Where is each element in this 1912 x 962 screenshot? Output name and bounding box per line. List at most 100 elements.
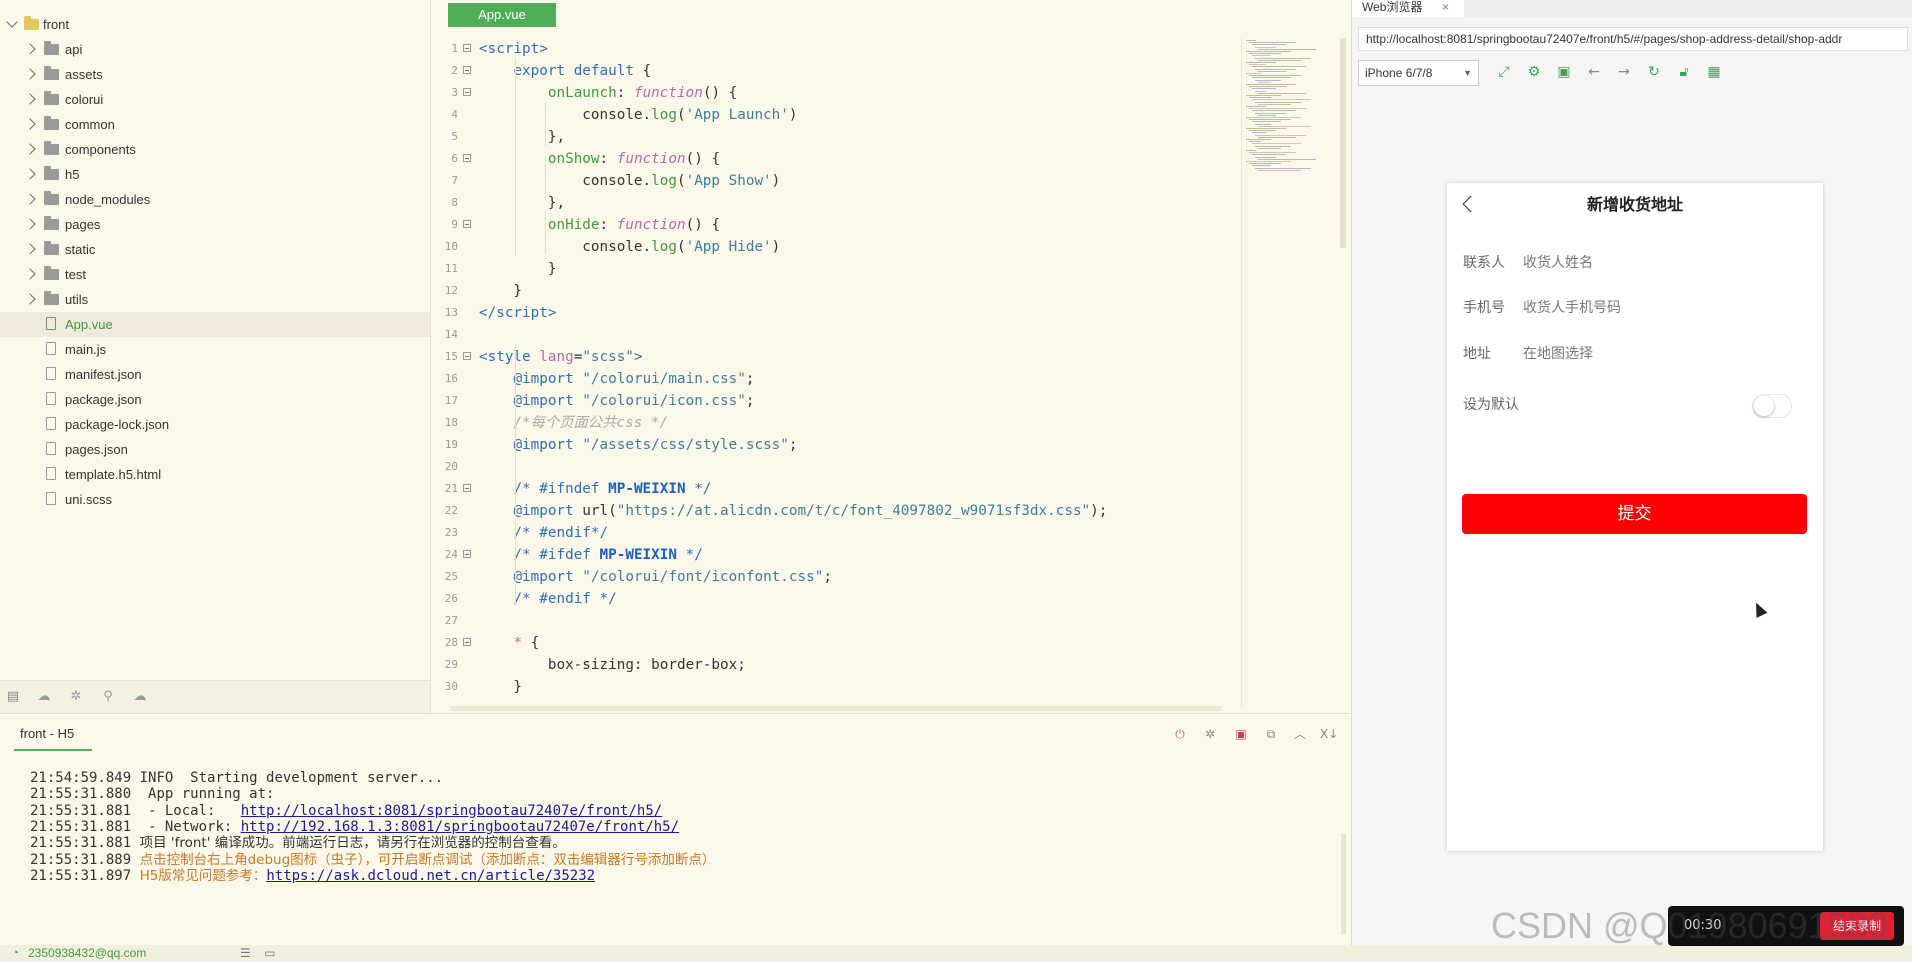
line-number[interactable]: 13 [431,302,458,324]
phone-field[interactable]: 手机号 收货人手机号码 [1463,293,1807,323]
editor-tab-app-vue[interactable]: App.vue [448,3,556,27]
fold-toggle-icon[interactable] [463,66,471,74]
line-number[interactable]: 20 [431,456,458,478]
code-area[interactable]: 1 <script> 2 export default {3 onLaunch: f… [431,38,1241,706]
line-number[interactable]: 11 [431,258,458,280]
code-line[interactable]: 5 }, [431,126,1241,148]
tree-item[interactable]: assets [0,62,430,87]
line-number[interactable]: 7 [431,170,458,192]
line-number[interactable]: 17 [431,390,458,412]
bug-icon[interactable]: ✲ [69,690,83,704]
tree-item[interactable]: uni.scss [0,487,430,512]
line-number[interactable]: 8 [431,192,458,214]
address-field[interactable]: 地址 在地图选择 [1463,339,1807,369]
minimap[interactable] [1241,38,1346,708]
tree-item[interactable]: package-lock.json [0,412,430,437]
tree-item[interactable]: main.js [0,337,430,362]
close-icon[interactable]: × [1442,0,1449,15]
code-line[interactable]: 14 [431,324,1241,346]
plugin-icon[interactable]: ☁ [37,690,51,704]
clear-console-icon[interactable]: ▣ [1233,726,1249,742]
code-line[interactable]: 3 onLaunch: function() { [431,82,1241,104]
vertical-scrollbar[interactable] [1340,38,1346,248]
code-line[interactable]: 17 @import "/colorui/icon.css"; [431,390,1241,412]
code-line[interactable]: 2 export default { [431,60,1241,82]
chevron-right-icon[interactable] [24,218,36,230]
line-number[interactable]: 1 [431,38,458,60]
fold-toggle-icon[interactable] [463,88,471,96]
code-line[interactable]: 8 }, [431,192,1241,214]
code-line[interactable]: 4 console.log('App Launch') [431,104,1241,126]
line-number[interactable]: 21 [431,478,458,500]
tree-item[interactable]: node_modules [0,187,430,212]
code-line[interactable]: 30 } [431,676,1241,698]
tree-item[interactable]: pages [0,212,430,237]
tree-item[interactable]: utils [0,287,430,312]
line-number[interactable]: 4 [431,104,458,126]
line-number[interactable]: 19 [431,434,458,456]
line-number[interactable]: 30 [431,676,458,698]
line-number[interactable]: 24 [431,544,458,566]
line-number[interactable]: 22 [431,500,458,522]
terminal-icon[interactable]: ▭ [264,945,275,962]
qrcode-icon[interactable]: ▦ [1705,63,1723,81]
line-number[interactable]: 5 [431,126,458,148]
console-icon[interactable]: ▣ [1555,63,1573,81]
cloud-icon[interactable]: ☁ [133,690,147,704]
code-line[interactable]: 16 @import "/colorui/main.css"; [431,368,1241,390]
code-line[interactable]: 9 onHide: function() { [431,214,1241,236]
line-number[interactable]: 18 [431,412,458,434]
line-number[interactable]: 15 [431,346,458,368]
folder-view-icon[interactable]: ▤ [6,690,20,704]
chevron-right-icon[interactable] [24,68,36,80]
browser-tab[interactable]: Web浏览器 × [1352,0,1464,17]
search-icon[interactable]: ⚲ [101,690,115,704]
tree-item[interactable]: package.json [0,387,430,412]
tree-item[interactable]: template.h5.html [0,462,430,487]
line-number[interactable]: 9 [431,214,458,236]
code-line[interactable]: 24 /* #ifdef MP-WEIXIN */ [431,544,1241,566]
chevron-right-icon[interactable] [24,243,36,255]
address-bar[interactable]: http://localhost:8081/springbootau72407e… [1358,27,1908,51]
code-line[interactable]: 19 @import "/assets/css/style.scss"; [431,434,1241,456]
account-label[interactable]: 2350938432@qq.com [28,945,146,962]
list-icon[interactable]: ☰ [240,945,251,962]
contact-field[interactable]: 联系人 收货人姓名 [1463,248,1807,278]
code-line[interactable]: 27 [431,610,1241,632]
chevron-right-icon[interactable] [24,268,36,280]
fold-toggle-icon[interactable] [463,638,471,646]
code-line[interactable]: 7 console.log('App Show') [431,170,1241,192]
back-arrow-icon[interactable]: ← [1585,63,1603,81]
chevron-right-icon[interactable] [24,168,36,180]
default-switch[interactable] [1752,394,1792,418]
submit-button[interactable]: 提交 [1462,494,1807,534]
settings-icon[interactable]: ⚙ [1525,63,1543,81]
tree-root-front[interactable]: front [0,12,430,37]
fold-toggle-icon[interactable] [463,550,471,558]
code-line[interactable]: 28 * { [431,632,1241,654]
console-tab[interactable]: front - H5 [20,726,74,741]
chevron-right-icon[interactable] [24,43,36,55]
contact-input[interactable]: 收货人姓名 [1523,248,1593,278]
code-line[interactable]: 13 </script> [431,302,1241,324]
tree-item[interactable]: h5 [0,162,430,187]
code-line[interactable]: 18 /*每个页面公共css */ [431,412,1241,434]
chevron-right-icon[interactable] [24,93,36,105]
line-number[interactable]: 25 [431,566,458,588]
refresh-icon[interactable]: ↻ [1645,63,1663,81]
code-line[interactable]: 1 <script> [431,38,1241,60]
line-number[interactable]: 27 [431,610,458,632]
line-number[interactable]: 2 [431,60,458,82]
close-panel-icon[interactable]: X↓ [1320,726,1338,742]
chevron-down-icon[interactable] [6,16,18,28]
line-number[interactable]: 3 [431,82,458,104]
debug-bug-icon[interactable]: ✲ [1202,726,1218,742]
tree-item[interactable]: App.vue [0,312,430,337]
code-line[interactable]: 25 @import "/colorui/font/iconfont.css"; [431,566,1241,588]
tree-item[interactable]: static [0,237,430,262]
tree-item[interactable]: colorui [0,87,430,112]
code-line[interactable]: 22 @import url("https://at.alicdn.com/t/… [431,500,1241,522]
stop-icon[interactable]: ⏻ [1172,726,1188,742]
screenshot-icon[interactable]: ⤢ [1495,63,1513,81]
fold-toggle-icon[interactable] [463,44,471,52]
